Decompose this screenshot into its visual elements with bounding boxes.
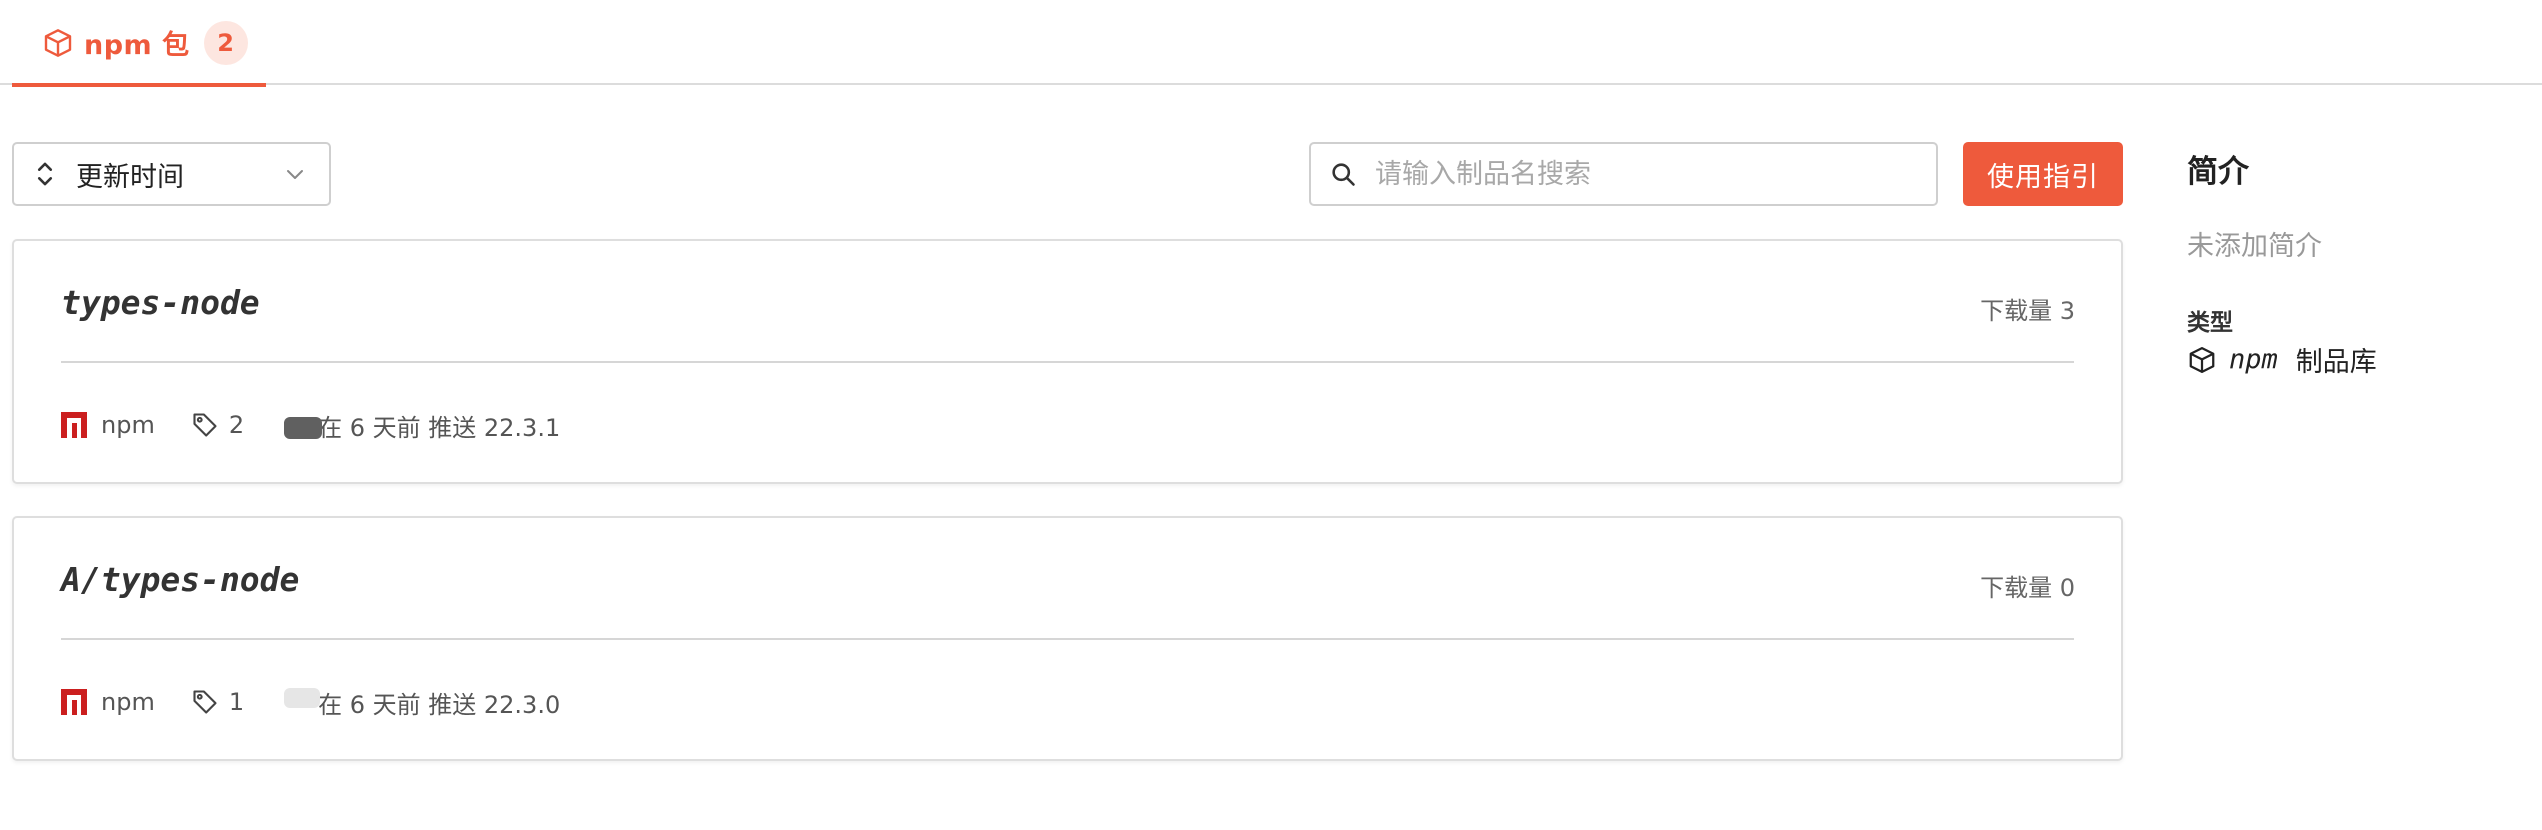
user-avatar — [266, 411, 323, 439]
tab-bar: npm 包 2 — [0, 0, 2542, 87]
tag-count: 2 — [228, 411, 245, 439]
sidebar-title: 简介 — [2187, 154, 2249, 190]
package-meta: npm 2 在 6 天前 推送 22.3.1 — [61, 407, 560, 443]
tab-active-indicator — [12, 83, 266, 87]
sidebar-type: npm 制品库 — [2187, 340, 2377, 379]
push-info: 在 6 天前 推送 22.3.0 — [318, 690, 561, 719]
package-meta: npm 1 在 6 天前 推送 22.3.0 — [61, 684, 560, 720]
chevron-down-icon — [287, 170, 303, 179]
tag-icon — [193, 413, 217, 437]
registry-label: npm — [101, 688, 155, 716]
search-icon — [1332, 163, 1355, 186]
package-card[interactable]: A/types-node 下载量 0 npm 1 在 6 天前 推送 22.3.… — [12, 516, 2123, 761]
sidebar-description: 未添加简介 — [2187, 231, 2322, 262]
card-divider — [61, 638, 2074, 640]
tab-count-badge: 2 — [203, 20, 248, 65]
package-icon — [44, 28, 72, 57]
package-icon — [2189, 346, 2215, 373]
tab-npm-packages[interactable]: npm 包 2 — [12, 0, 266, 87]
package-card[interactable]: types-node 下载量 3 npm 2 在 6 天前 推送 22.3.1 — [12, 239, 2123, 484]
usage-guide-button[interactable]: 使用指引 — [1963, 142, 2123, 206]
search-box — [1309, 142, 1938, 206]
tag-count: 1 — [228, 688, 245, 716]
package-name[interactable]: types-node — [61, 283, 260, 322]
user-avatar — [266, 688, 321, 716]
tag-icon — [193, 690, 217, 714]
sort-dropdown[interactable]: 更新时间 — [12, 142, 331, 206]
sort-icon — [37, 162, 53, 186]
sort-label: 更新时间 — [76, 161, 184, 193]
sidebar-type-label: 类型 — [2187, 310, 2233, 336]
push-info: 在 6 天前 推送 22.3.1 — [318, 413, 561, 442]
npm-logo-icon — [61, 412, 87, 438]
sidebar-type-value: 制品库 — [2295, 347, 2377, 378]
npm-logo-icon — [61, 689, 87, 715]
card-divider — [61, 361, 2074, 363]
package-name[interactable]: A/types-node — [61, 560, 299, 599]
sidebar-type-prefix: npm — [2229, 344, 2278, 375]
download-count: 下载量 3 — [1980, 297, 2075, 325]
registry-label: npm — [101, 411, 155, 439]
tab-label: npm 包 — [84, 30, 190, 61]
download-count: 下载量 0 — [1980, 574, 2075, 602]
search-input[interactable] — [1375, 158, 1935, 190]
